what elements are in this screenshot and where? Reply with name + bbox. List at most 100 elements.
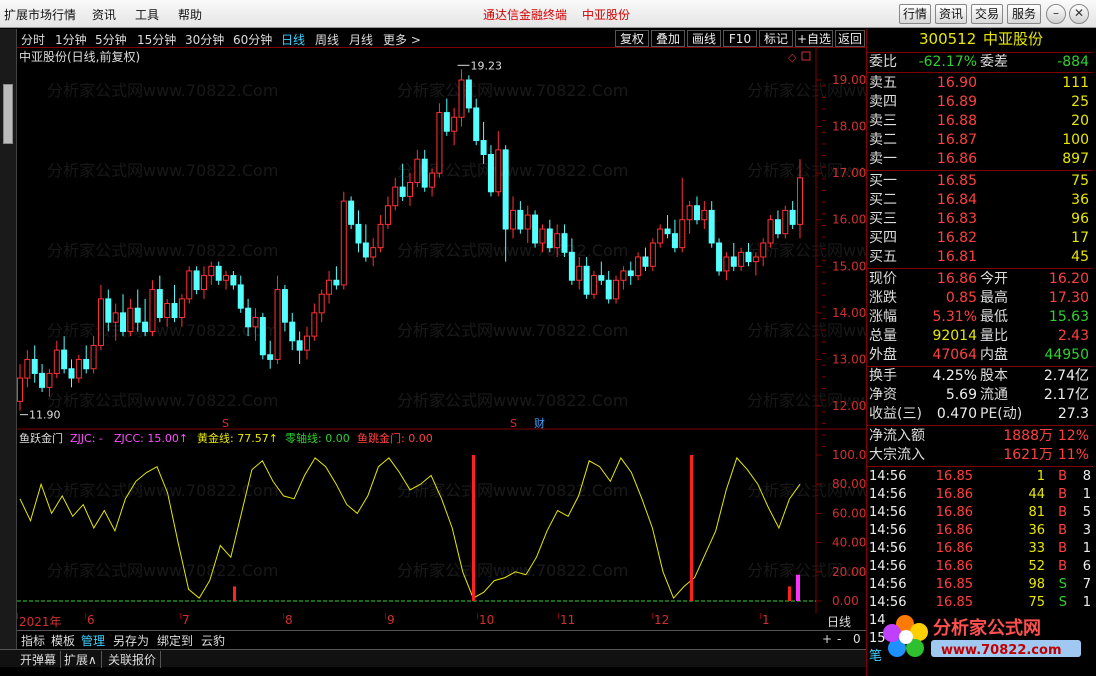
period-more[interactable]: 更多 > xyxy=(383,31,421,48)
candle-body xyxy=(215,265,222,281)
menu-tools[interactable]: 工具 xyxy=(135,6,159,23)
candle-body xyxy=(90,344,97,370)
candle-body xyxy=(774,219,781,235)
price-tick-label: 14.00 xyxy=(832,306,866,320)
tick-volume: 33 xyxy=(1028,541,1045,556)
bid-price[interactable]: 16.83 xyxy=(937,210,977,229)
candle-body xyxy=(281,289,288,323)
ask-label: 卖一 xyxy=(869,151,897,167)
stat-label: 涨幅 xyxy=(869,309,897,325)
bid-volume: 45 xyxy=(1071,249,1089,265)
candle-body xyxy=(377,223,384,249)
candle-body xyxy=(583,265,590,295)
close-icon[interactable]: ✕ xyxy=(1069,4,1089,24)
kline-chart[interactable]: 分析家公式网www.70822.Com 分析家公式网www.70822.Com 分析… xyxy=(17,48,866,613)
diamond-icon[interactable]: ◇ xyxy=(788,51,797,64)
ask-price[interactable]: 16.88 xyxy=(937,112,977,131)
mark-button[interactable]: 标记 xyxy=(759,30,793,47)
tick-time: 14:56 xyxy=(869,487,907,502)
period-30min[interactable]: 30分钟 xyxy=(185,31,224,48)
overlay-button[interactable]: 叠加 xyxy=(651,30,685,47)
zoom-in-button[interactable]: + xyxy=(822,632,832,646)
fin-label: 换手 xyxy=(869,368,897,384)
candle-body xyxy=(752,256,759,263)
service-button[interactable]: 服务 xyxy=(1007,4,1041,24)
tick-time: 14:56 xyxy=(869,541,907,556)
ask-price[interactable]: 16.86 xyxy=(937,150,977,169)
period-monthly[interactable]: 月线 xyxy=(349,31,373,48)
candle-body xyxy=(642,256,649,267)
candle-body xyxy=(399,186,406,197)
trade-button[interactable]: 交易 xyxy=(971,4,1003,24)
bid-price[interactable]: 16.82 xyxy=(937,229,977,248)
tick-price: 16.86 xyxy=(935,487,973,502)
candle-body xyxy=(657,228,664,244)
square-icon[interactable] xyxy=(801,51,811,61)
scroll-thumb[interactable] xyxy=(3,84,13,144)
x-axis-label: 2021年 xyxy=(19,615,62,629)
tab-save-as[interactable]: 另存为 xyxy=(113,632,149,649)
tab-yunbao[interactable]: 云豹 xyxy=(201,632,225,649)
back-button[interactable]: 返回 xyxy=(835,30,865,47)
bid-price[interactable]: 16.85 xyxy=(937,172,977,191)
yjm-value: 鱼跳金门: 0.00 xyxy=(357,431,433,445)
candle-body xyxy=(274,289,281,360)
ask-price[interactable]: 16.90 xyxy=(937,74,977,93)
tick-volume: 98 xyxy=(1028,577,1045,592)
quote-row: 买四 16.82 17 xyxy=(867,229,1093,248)
period-15min[interactable]: 15分钟 xyxy=(137,31,176,48)
quote-row: 卖四 16.89 25 xyxy=(867,93,1093,112)
tab-bind[interactable]: 绑定到 xyxy=(157,632,193,649)
menu-news[interactable]: 资讯 xyxy=(92,6,116,23)
left-scrollbar[interactable] xyxy=(0,29,17,649)
period-1min[interactable]: 1分钟 xyxy=(55,31,87,48)
quote-button[interactable]: 行情 xyxy=(899,4,931,24)
draw-button[interactable]: 画线 xyxy=(687,30,721,47)
zoom-out-button[interactable]: - xyxy=(837,632,841,646)
bid-price[interactable]: 16.81 xyxy=(937,248,977,267)
period-daily[interactable]: 日线 xyxy=(281,31,305,48)
panel-separator xyxy=(867,72,1093,73)
candle-body xyxy=(649,242,656,267)
quote-row: 涨跌 0.85 最高 17.30 xyxy=(867,289,1093,308)
minimize-icon[interactable]: – xyxy=(1046,4,1066,24)
tick-time: 笔 xyxy=(869,649,883,664)
period-fenshi[interactable]: 分时 xyxy=(21,31,45,48)
period-60min[interactable]: 60分钟 xyxy=(233,31,272,48)
ask-price[interactable]: 16.87 xyxy=(937,131,977,150)
tick-count: 8 xyxy=(1082,469,1091,484)
candle-body xyxy=(105,298,112,323)
add-favorite-button[interactable]: +自选 xyxy=(795,30,833,47)
period-weekly[interactable]: 周线 xyxy=(315,31,339,48)
candle-body xyxy=(311,312,318,337)
candle-body xyxy=(318,293,325,314)
linked-quote-button[interactable]: 关联报价 xyxy=(108,651,162,668)
period-5min[interactable]: 5分钟 xyxy=(95,31,127,48)
x-axis: 2021年 6 7 8 9 10 11 12 1 日线 xyxy=(17,613,866,630)
bid-label: 买一 xyxy=(869,173,897,189)
menu-help[interactable]: 帮助 xyxy=(178,6,202,23)
bid-price[interactable]: 16.84 xyxy=(937,191,977,210)
candle-body xyxy=(789,209,796,225)
expand-button[interactable]: 扩展∧ xyxy=(64,651,102,668)
danmu-button[interactable]: 开弹幕 xyxy=(20,651,62,668)
watermark-text: 分析家公式网www.70822.Com xyxy=(397,81,628,100)
tab-manage[interactable]: 管理 xyxy=(81,632,105,649)
ask-volume: 897 xyxy=(1062,151,1089,167)
weibi-label: 委比 xyxy=(869,54,897,70)
candle-body xyxy=(75,358,82,379)
news-button[interactable]: 资讯 xyxy=(935,4,967,24)
fuquan-button[interactable]: 复权 xyxy=(615,30,649,47)
f10-button[interactable]: F10 xyxy=(723,30,757,47)
quote-row: 14:56 16.86 33 B 1 xyxy=(867,539,1093,557)
candle-body xyxy=(495,149,502,193)
x-axis-label: 8 xyxy=(285,613,293,627)
tick-direction: S xyxy=(1058,577,1067,592)
menu-market[interactable]: 扩展市场行情 xyxy=(4,6,76,23)
ask-price[interactable]: 16.89 xyxy=(937,93,977,112)
zoom-reset-button[interactable]: 0 xyxy=(853,632,861,646)
quote-row: 涨幅 5.31% 最低 15.63 xyxy=(867,308,1093,327)
tab-indicator[interactable]: 指标 xyxy=(21,632,45,649)
flower-icon xyxy=(883,615,928,657)
tab-template[interactable]: 模板 xyxy=(51,632,75,649)
